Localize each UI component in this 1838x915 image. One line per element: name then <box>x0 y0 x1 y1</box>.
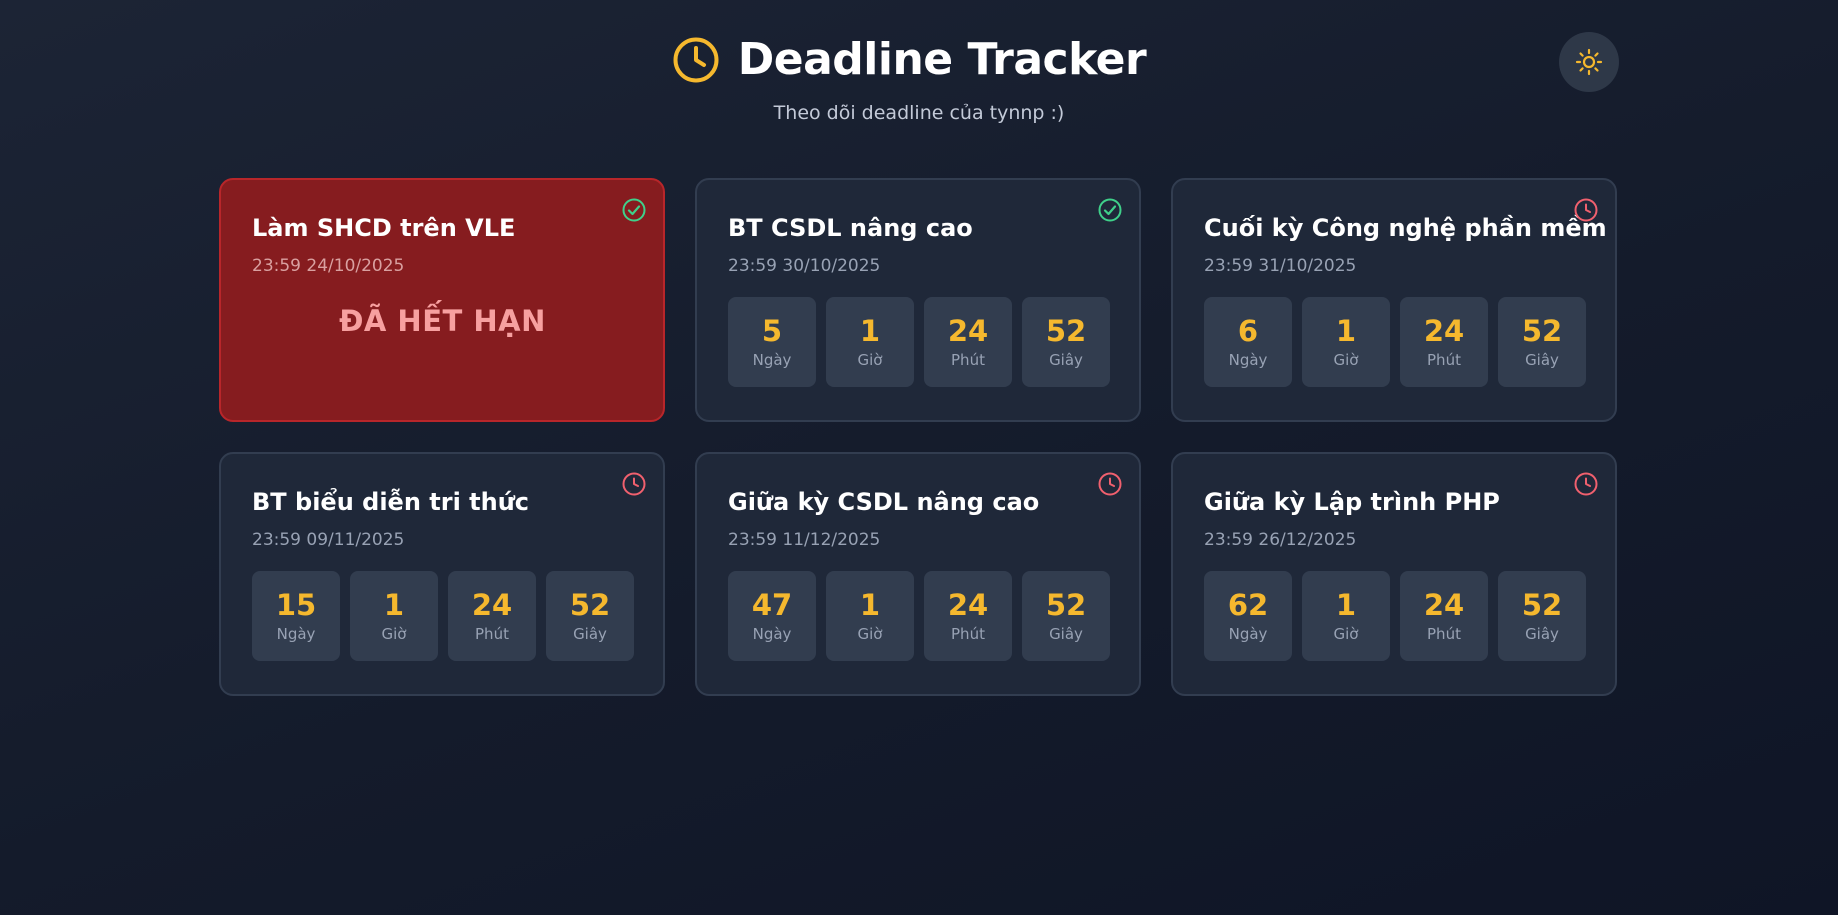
countdown-unit: Ngày <box>752 625 792 643</box>
countdown-unit: Ngày <box>276 625 316 643</box>
countdown-unit: Giây <box>1049 625 1083 643</box>
countdown-seconds: 52 Giây <box>1022 571 1110 661</box>
countdown: 62 Ngày 1 Giờ 24 Phút 52 Giây <box>1204 571 1586 661</box>
countdown-days: 5 Ngày <box>728 297 816 387</box>
countdown-value: 24 <box>471 588 513 622</box>
countdown-minutes: 24 Phút <box>448 571 536 661</box>
countdown-days: 47 Ngày <box>728 571 816 661</box>
countdown-value: 24 <box>1423 314 1465 348</box>
card-date: 23:59 31/10/2025 <box>1204 256 1357 276</box>
countdown-value: 24 <box>947 314 989 348</box>
check-circle-icon[interactable] <box>1097 197 1123 223</box>
countdown-unit: Giờ <box>857 351 883 369</box>
countdown-value: 1 <box>859 314 881 348</box>
countdown-value: 1 <box>1335 588 1357 622</box>
countdown-value: 52 <box>1521 588 1563 622</box>
countdown-unit: Giờ <box>1333 351 1359 369</box>
countdown-unit: Giây <box>573 625 607 643</box>
card-title: Làm SHCD trên VLE <box>252 214 516 242</box>
page-subtitle: Theo dõi deadline của tynnp :) <box>773 102 1065 124</box>
countdown-unit: Giây <box>1525 351 1559 369</box>
countdown-days: 62 Ngày <box>1204 571 1292 661</box>
countdown: 15 Ngày 1 Giờ 24 Phút 52 Giây <box>252 571 634 661</box>
countdown-hours: 1 Giờ <box>826 571 914 661</box>
countdown-minutes: 24 Phút <box>1400 571 1488 661</box>
countdown: 6 Ngày 1 Giờ 24 Phút 52 Giây <box>1204 297 1586 387</box>
countdown-days: 15 Ngày <box>252 571 340 661</box>
deadline-card[interactable]: BT CSDL nâng cao 23:59 30/10/2025 5 Ngày… <box>695 178 1141 422</box>
countdown-value: 24 <box>1423 588 1465 622</box>
countdown-unit: Giờ <box>381 625 407 643</box>
check-circle-icon[interactable] <box>621 197 647 223</box>
clock-status-icon[interactable] <box>1573 197 1599 223</box>
countdown-unit: Ngày <box>752 351 792 369</box>
countdown-unit: Ngày <box>1228 351 1268 369</box>
countdown-unit: Phút <box>951 625 985 643</box>
countdown: 47 Ngày 1 Giờ 24 Phút 52 Giây <box>728 571 1110 661</box>
card-date: 23:59 30/10/2025 <box>728 256 881 276</box>
countdown-value: 24 <box>947 588 989 622</box>
page-title: Deadline Tracker <box>737 34 1147 85</box>
countdown-unit: Phút <box>1427 625 1461 643</box>
countdown-seconds: 52 Giây <box>1498 571 1586 661</box>
card-title: BT CSDL nâng cao <box>728 214 973 242</box>
countdown-hours: 1 Giờ <box>350 571 438 661</box>
countdown-unit: Giây <box>1049 351 1083 369</box>
sun-icon <box>1575 48 1603 76</box>
countdown-hours: 1 Giờ <box>1302 571 1390 661</box>
countdown-value: 52 <box>1045 588 1087 622</box>
deadline-card[interactable]: Làm SHCD trên VLE 23:59 24/10/2025 ĐÃ HẾ… <box>219 178 665 422</box>
card-date: 23:59 26/12/2025 <box>1204 530 1357 550</box>
countdown-value: 1 <box>1335 314 1357 348</box>
countdown: 5 Ngày 1 Giờ 24 Phút 52 Giây <box>728 297 1110 387</box>
countdown-value: 62 <box>1227 588 1269 622</box>
card-title: BT biểu diễn tri thức <box>252 488 530 516</box>
countdown-value: 47 <box>751 588 793 622</box>
countdown-minutes: 24 Phút <box>924 297 1012 387</box>
card-date: 23:59 24/10/2025 <box>252 256 405 276</box>
card-date: 23:59 11/12/2025 <box>728 530 881 550</box>
countdown-minutes: 24 Phút <box>924 571 1012 661</box>
deadline-card[interactable]: BT biểu diễn tri thức 23:59 09/11/2025 1… <box>219 452 665 696</box>
countdown-value: 1 <box>383 588 405 622</box>
countdown-seconds: 52 Giây <box>1022 297 1110 387</box>
card-title: Cuối kỳ Công nghệ phần mềm <box>1204 214 1607 242</box>
clock-status-icon[interactable] <box>1573 471 1599 497</box>
countdown-value: 52 <box>1521 314 1563 348</box>
deadline-card[interactable]: Cuối kỳ Công nghệ phần mềm 23:59 31/10/2… <box>1171 178 1617 422</box>
expired-label: ĐÃ HẾT HẠN <box>339 304 546 338</box>
countdown-value: 52 <box>1045 314 1087 348</box>
card-date: 23:59 09/11/2025 <box>252 530 405 550</box>
theme-toggle-button[interactable] <box>1559 32 1619 92</box>
deadline-card[interactable]: Giữa kỳ CSDL nâng cao 23:59 11/12/2025 4… <box>695 452 1141 696</box>
countdown-unit: Giây <box>1525 625 1559 643</box>
clock-status-icon[interactable] <box>1097 471 1123 497</box>
countdown-unit: Giờ <box>1333 625 1359 643</box>
countdown-minutes: 24 Phút <box>1400 297 1488 387</box>
clock-status-icon[interactable] <box>621 471 647 497</box>
countdown-unit: Giờ <box>857 625 883 643</box>
countdown-value: 15 <box>275 588 317 622</box>
clock-icon <box>673 37 719 82</box>
countdown-hours: 1 Giờ <box>826 297 914 387</box>
countdown-seconds: 52 Giây <box>1498 297 1586 387</box>
card-title: Giữa kỳ CSDL nâng cao <box>728 488 1040 516</box>
countdown-value: 6 <box>1237 314 1259 348</box>
countdown-unit: Phút <box>951 351 985 369</box>
countdown-unit: Ngày <box>1228 625 1268 643</box>
countdown-seconds: 52 Giây <box>546 571 634 661</box>
countdown-hours: 1 Giờ <box>1302 297 1390 387</box>
deadline-grid: Làm SHCD trên VLE 23:59 24/10/2025 ĐÃ HẾ… <box>219 178 1619 696</box>
countdown-value: 5 <box>761 314 783 348</box>
card-title: Giữa kỳ Lập trình PHP <box>1204 488 1500 516</box>
countdown-value: 52 <box>569 588 611 622</box>
countdown-unit: Phút <box>1427 351 1461 369</box>
countdown-unit: Phút <box>475 625 509 643</box>
countdown-value: 1 <box>859 588 881 622</box>
countdown-days: 6 Ngày <box>1204 297 1292 387</box>
deadline-card[interactable]: Giữa kỳ Lập trình PHP 23:59 26/12/2025 6… <box>1171 452 1617 696</box>
